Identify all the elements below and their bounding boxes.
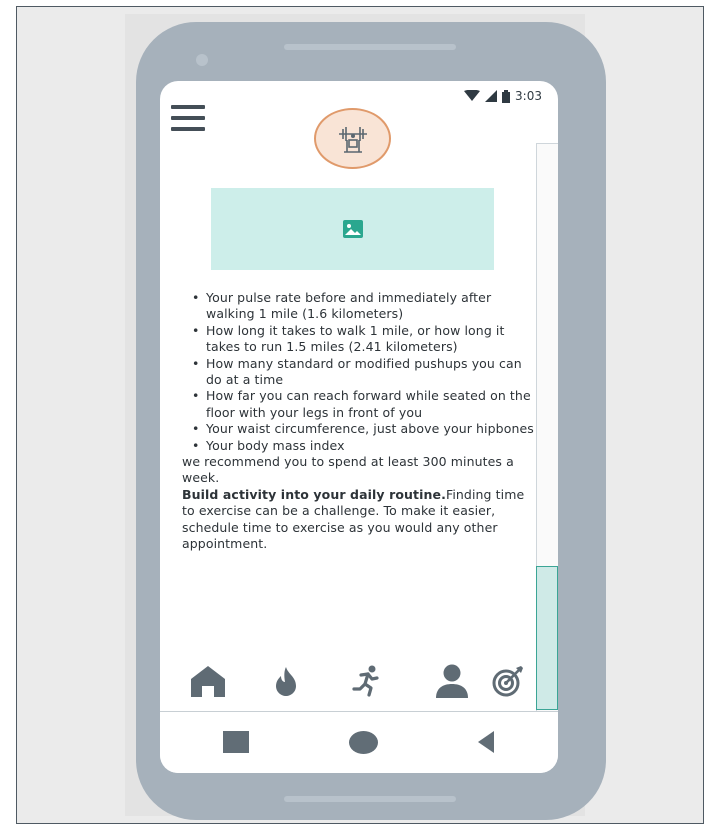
status-bar: 3:03 [464,81,558,111]
bottom-nav [160,651,536,705]
app-logo [314,108,391,169]
wifi-icon [464,90,481,101]
cell-signal-icon [485,90,498,102]
speaker-bottom [284,796,456,802]
recommendation-text: we recommend you to spend at least 300 m… [182,454,514,486]
article-content: Your pulse rate before and immediately a… [182,290,540,553]
tip-heading: Build activity into your daily routine. [182,486,446,502]
fitness-checklist: Your pulse rate before and immediately a… [182,290,540,454]
list-item: Your waist circumference, just above you… [190,421,540,438]
nav-goals[interactable] [488,661,528,701]
back-button[interactable] [478,731,494,753]
list-item: Your pulse rate before and immediately a… [190,290,540,323]
app-screen: 3:03 • Your pulse rate before and immedi… [160,81,558,773]
speaker-top [284,44,456,50]
list-item: How long it takes to walk 1 mile, or how… [190,323,540,356]
scrollbar-thumb[interactable] [536,566,558,710]
nav-profile[interactable] [432,661,472,701]
hamburger-line [171,105,205,109]
tip-paragraph: Build activity into your daily routine.F… [182,487,540,553]
nav-workout[interactable] [346,661,386,701]
nav-fire[interactable] [266,661,306,701]
fire-icon [276,667,296,696]
person-icon [436,664,468,698]
system-navigation-bar [160,712,558,773]
home-button[interactable] [349,731,378,754]
running-icon [352,665,379,697]
image-placeholder [211,188,494,270]
barbell-icon [338,126,367,153]
status-time: 3:03 [515,89,542,103]
battery-icon [502,89,511,103]
phone-device: 3:03 • Your pulse rate before and immedi… [136,22,606,820]
hamburger-line [171,127,205,131]
home-icon [191,666,225,697]
menu-button[interactable] [171,105,205,133]
camera-dot [196,54,208,66]
recents-button[interactable] [223,731,249,753]
list-item: Your body mass index [190,438,540,455]
image-icon [342,220,363,238]
list-item: How many standard or modified pushups yo… [190,356,540,389]
list-item: How far you can reach forward while seat… [190,388,540,421]
nav-home[interactable] [188,661,228,701]
hamburger-line [171,116,205,120]
target-icon [492,666,523,697]
